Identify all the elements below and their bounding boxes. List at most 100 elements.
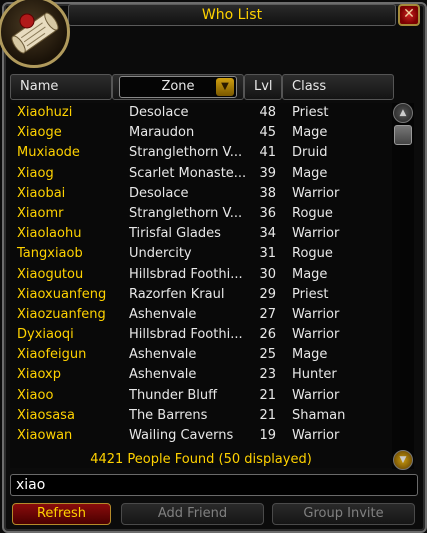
player-class: Rogue: [292, 246, 333, 262]
player-zone: Stranglethorn V...: [129, 205, 243, 221]
player-zone: Hillsbrad Foothi...: [129, 327, 243, 343]
scroll-thumb[interactable]: [394, 125, 412, 145]
player-class: Warrior: [292, 185, 340, 201]
player-level: 21: [259, 387, 276, 403]
column-header-name-label: Name: [20, 79, 59, 94]
player-class: Priest: [292, 105, 329, 120]
player-row[interactable]: Xiaog Scarlet Monaste... 39 Mage: [10, 164, 392, 184]
player-name: Xiaolaohu: [17, 226, 82, 242]
player-name: Xiaog: [17, 165, 54, 181]
column-header-class-label: Class: [292, 79, 327, 94]
player-row[interactable]: Tangxiaob Undercity 31 Rogue: [10, 244, 392, 264]
player-row[interactable]: Xiaomr Stranglethorn V... 36 Rogue: [10, 204, 392, 224]
player-zone: Hillsbrad Foothi...: [129, 266, 243, 282]
player-class: Mage: [292, 347, 328, 363]
player-name: Xiaoxp: [17, 367, 61, 383]
player-row[interactable]: Muxiaode Stranglethorn V... 41 Druid: [10, 143, 392, 163]
column-header-level-label: Lvl: [254, 79, 273, 94]
scroll-up-button[interactable]: ▲: [393, 103, 413, 123]
player-row[interactable]: Xiaoge Maraudon 45 Mage: [10, 123, 392, 143]
player-zone: Desolace: [129, 185, 189, 201]
player-name: Xiaowan: [17, 428, 73, 443]
player-row[interactable]: Xiaohuzi Desolace 48 Priest: [10, 103, 392, 123]
player-name: Xiaozuanfeng: [17, 306, 106, 322]
player-zone: Maraudon: [129, 125, 195, 141]
column-header-class[interactable]: Class: [282, 74, 394, 100]
player-zone: Wailing Caverns: [129, 428, 234, 443]
player-row[interactable]: Xiaogutou Hillsbrad Foothi... 30 Mage: [10, 265, 392, 285]
player-name: Tangxiaob: [17, 246, 83, 262]
scrollbar[interactable]: ▲ ▼: [392, 103, 414, 470]
player-name: Xiaobai: [17, 185, 66, 201]
player-row[interactable]: Xiaoo Thunder Bluff 21 Warrior: [10, 386, 392, 406]
chevron-down-icon[interactable]: ▼: [216, 78, 234, 96]
search-input[interactable]: xiao: [10, 474, 418, 496]
player-level: 34: [259, 226, 276, 242]
player-class: Druid: [292, 145, 328, 161]
player-row[interactable]: Xiaolaohu Tirisfal Glades 34 Warrior: [10, 224, 392, 244]
scroll-down-button[interactable]: ▼: [393, 450, 413, 470]
player-zone: Ashenvale: [129, 306, 197, 322]
player-level: 23: [259, 367, 276, 383]
player-zone: Stranglethorn V...: [129, 145, 243, 161]
player-level: 30: [259, 266, 276, 282]
player-name: Xiaomr: [17, 205, 64, 221]
player-row[interactable]: Dyxiaoqi Hillsbrad Foothi... 26 Warrior: [10, 325, 392, 345]
player-level: 27: [259, 306, 276, 322]
column-header-level[interactable]: Lvl: [244, 74, 282, 100]
player-row[interactable]: Xiaoxp Ashenvale 23 Hunter: [10, 365, 392, 385]
player-level: 36: [259, 205, 276, 221]
player-level: 31: [259, 246, 276, 262]
player-row[interactable]: Xiaowan Wailing Caverns 19 Warrior: [10, 426, 392, 446]
add-friend-button[interactable]: Add Friend: [121, 503, 264, 525]
player-name: Xiaofeigun: [17, 347, 87, 363]
player-row[interactable]: Xiaoxuanfeng Razorfen Kraul 29 Priest: [10, 285, 392, 305]
group-invite-button[interactable]: Group Invite: [272, 503, 415, 525]
player-name: Xiaoge: [17, 125, 62, 141]
player-level: 25: [259, 347, 276, 363]
player-zone: Razorfen Kraul: [129, 286, 225, 302]
player-zone: The Barrens: [129, 407, 208, 423]
player-class: Shaman: [292, 407, 346, 423]
player-zone: Thunder Bluff: [129, 387, 218, 403]
scroll-icon: [11, 12, 59, 54]
close-button[interactable]: ✕: [398, 4, 420, 26]
player-row[interactable]: Xiaosasa The Barrens 21 Shaman: [10, 406, 392, 426]
player-class: Priest: [292, 286, 329, 302]
player-row[interactable]: Xiaofeigun Ashenvale 25 Mage: [10, 345, 392, 365]
player-row[interactable]: Xiaobai Desolace 38 Warrior: [10, 184, 392, 204]
player-class: Mage: [292, 125, 328, 141]
player-zone: Undercity: [129, 246, 192, 262]
column-headers: Name Zone ▼ Lvl Class: [10, 72, 394, 102]
player-class: Warrior: [292, 327, 340, 343]
player-name: Xiaosasa: [17, 407, 75, 423]
player-level: 45: [259, 125, 276, 141]
zone-dropdown[interactable]: Zone ▼: [119, 76, 237, 98]
player-level: 38: [259, 185, 276, 201]
column-header-name[interactable]: Name: [10, 74, 112, 100]
player-class: Rogue: [292, 205, 333, 221]
title-bar[interactable]: Who List: [68, 4, 396, 26]
close-icon: ✕: [403, 6, 415, 22]
player-row[interactable]: Xiaozuanfeng Ashenvale 27 Warrior: [10, 305, 392, 325]
player-level: 19: [259, 428, 276, 443]
player-zone: Tirisfal Glades: [129, 226, 221, 242]
player-level: 29: [259, 286, 276, 302]
who-list-window: Who List ✕ Name Zone ▼ Lvl Class Xiaohuz…: [0, 0, 427, 533]
player-zone: Ashenvale: [129, 347, 197, 363]
player-zone: Scarlet Monaste...: [129, 165, 247, 181]
player-class: Warrior: [292, 387, 340, 403]
player-name: Dyxiaoqi: [17, 327, 74, 343]
player-zone: Desolace: [129, 105, 189, 120]
player-class: Hunter: [292, 367, 337, 383]
zone-dropdown-label: Zone: [161, 79, 195, 94]
player-name: Xiaohuzi: [17, 105, 73, 120]
player-class: Mage: [292, 165, 328, 181]
player-class: Warrior: [292, 428, 340, 443]
player-class: Mage: [292, 266, 328, 282]
refresh-button[interactable]: Refresh: [12, 503, 111, 525]
player-name: Xiaogutou: [17, 266, 84, 282]
player-list: Xiaohuzi Desolace 48 Priest Xiaoge Maraudon 45…: [10, 103, 392, 468]
player-level: 21: [259, 407, 276, 423]
portrait-frame: [0, 0, 70, 68]
